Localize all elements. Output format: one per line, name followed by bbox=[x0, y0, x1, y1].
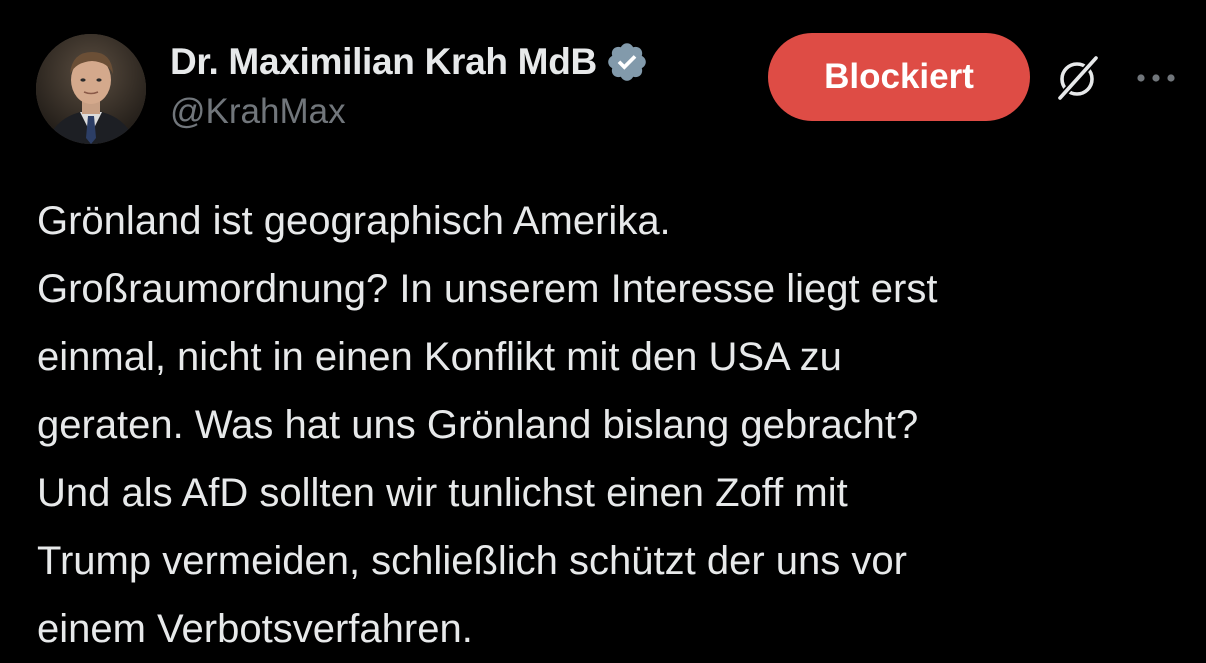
blocked-button[interactable]: Blockiert bbox=[768, 33, 1030, 121]
tweet-text-line: Grönland ist geographisch Amerika. bbox=[37, 199, 671, 243]
tweet-text-line: einem Verbotsverfahren. bbox=[37, 607, 473, 651]
author-display-name[interactable]: Dr. Maximilian Krah MdB bbox=[170, 41, 597, 83]
grok-icon[interactable] bbox=[1052, 52, 1104, 104]
profile-photo bbox=[36, 34, 146, 144]
tweet-text-line: Trump vermeiden, schließlich schützt der… bbox=[37, 539, 907, 583]
author-info: Dr. Maximilian Krah MdB @KrahMax bbox=[170, 38, 649, 132]
avatar[interactable] bbox=[36, 34, 146, 144]
author-handle[interactable]: @KrahMax bbox=[170, 92, 649, 132]
more-options-icon[interactable] bbox=[1134, 60, 1178, 96]
tweet-text-line: geraten. Was hat uns Grönland bislang ge… bbox=[37, 403, 919, 447]
tweet-text-line: Und als AfD sollten wir tunlichst einen … bbox=[37, 471, 848, 515]
tweet-text-line: Großraumordnung? In unserem Interesse li… bbox=[37, 267, 938, 311]
tweet-text: Grönland ist geographisch Amerika. Großr… bbox=[37, 187, 1187, 663]
tweet-text-line: einmal, nicht in einen Konflikt mit den … bbox=[37, 335, 842, 379]
verified-badge-icon[interactable] bbox=[605, 40, 649, 84]
name-row: Dr. Maximilian Krah MdB bbox=[170, 38, 649, 86]
tweet-card: Dr. Maximilian Krah MdB @KrahMax Blockie… bbox=[0, 0, 1206, 661]
